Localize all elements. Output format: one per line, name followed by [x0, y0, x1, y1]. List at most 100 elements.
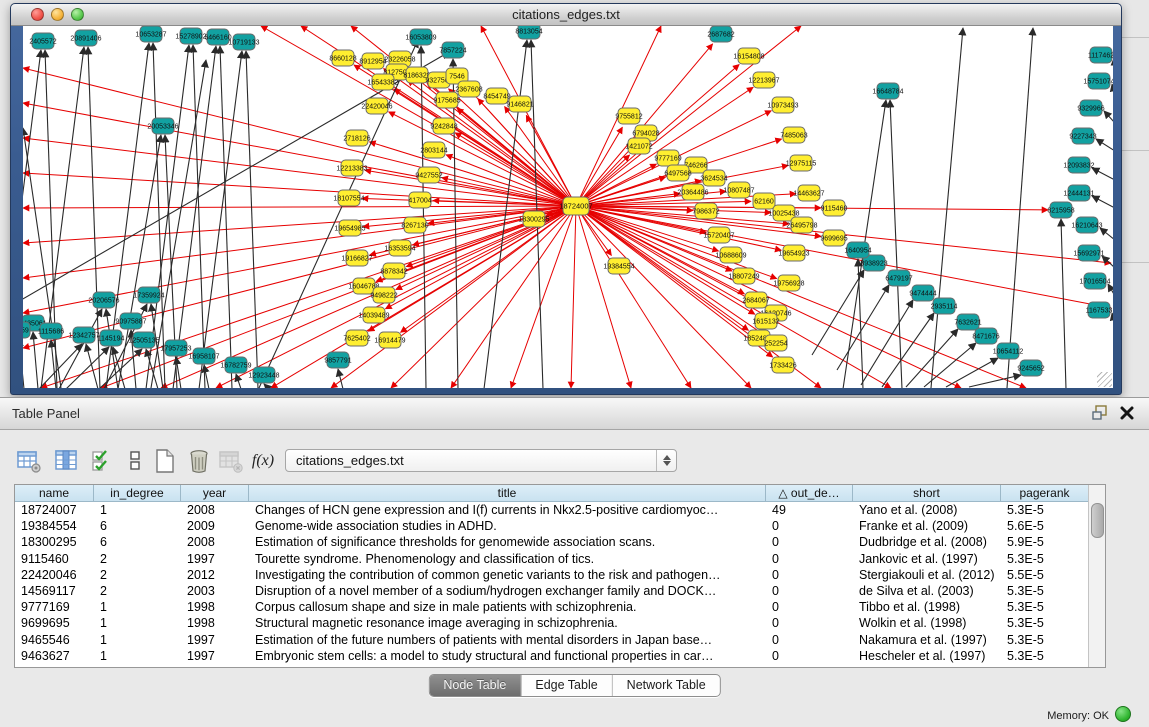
graph-edge: [264, 384, 269, 388]
table-settings-button[interactable]: [14, 446, 44, 476]
graph-edge: [571, 206, 576, 388]
table-cell: 5.5E-5: [1001, 567, 1089, 583]
delete-table-button[interactable]: [184, 446, 214, 476]
background-panel-edge: [1122, 150, 1149, 151]
float-panel-button[interactable]: [1091, 405, 1111, 423]
table-cell: Wolkin et al. (1998): [853, 615, 1001, 631]
graph-node-label: 10654112: [993, 349, 1024, 356]
table-cell: 1: [94, 502, 181, 518]
table-cell: 5.9E-5: [1001, 534, 1089, 550]
graph-node-label: 20053346: [147, 124, 178, 131]
graph-edge: [1112, 313, 1113, 325]
table-cell: 0: [766, 551, 853, 567]
graph-node-label: 8912954: [359, 59, 386, 66]
graph-edge: [199, 51, 242, 388]
table-row[interactable]: 911546021997Tourette syndrome. Phenomeno…: [15, 551, 1105, 567]
column-header-out_de[interactable]: △ out_de…: [766, 485, 853, 502]
table-panel-header: Table Panel: [0, 397, 1149, 430]
graph-edge: [511, 206, 576, 388]
graph-edge: [1092, 168, 1113, 180]
close-panel-button[interactable]: [1117, 405, 1137, 423]
graph-node-label: 15751074: [1083, 79, 1113, 86]
new-document-button[interactable]: [150, 446, 180, 476]
close-window-button[interactable]: [31, 8, 44, 21]
table-row[interactable]: 1456911722003Disruption of a novel membe…: [15, 583, 1105, 599]
table-scrollbar[interactable]: [1088, 485, 1105, 667]
tab-edge-table[interactable]: Edge Table: [521, 675, 612, 696]
graph-node-label: 20891406: [70, 36, 101, 43]
graph-node-label: 19756928: [773, 281, 804, 288]
graph-edge: [858, 259, 863, 388]
graph-edge: [1104, 111, 1113, 123]
table-cell: 0: [766, 583, 853, 599]
table-row[interactable]: 977716911998Corpus callosum shape and si…: [15, 599, 1105, 615]
graph-node-label: 8471676: [972, 334, 999, 341]
tab-node-table[interactable]: Node Table: [429, 675, 521, 696]
row-height-button[interactable]: [120, 446, 150, 476]
graph-edge: [23, 103, 576, 206]
graph-node-label: 9474444: [909, 291, 936, 298]
table-row[interactable]: 946554611997Estimation of the future num…: [15, 632, 1105, 648]
graph-node-label: 9115460: [821, 206, 848, 213]
table-cell: 5.6E-5: [1001, 518, 1089, 534]
graph-node-label: 9777169: [654, 156, 681, 163]
graph-node-label: 15692971: [1073, 251, 1104, 258]
table-cell: 2003: [181, 583, 249, 599]
column-header-title[interactable]: title: [249, 485, 766, 502]
graph-node-label: 39159: [23, 328, 29, 335]
table-row[interactable]: 946362711997Embryonic stem cells: a mode…: [15, 648, 1105, 664]
graph-edge: [369, 142, 576, 206]
graph-node-label: 7857224: [439, 48, 466, 55]
table-cell: 1998: [181, 615, 249, 631]
zoom-window-button[interactable]: [71, 8, 84, 21]
table-cell: Estimation of significance thresholds fo…: [249, 534, 766, 550]
graph-node-label: 20206576: [88, 298, 119, 305]
table-cell: 49: [766, 502, 853, 518]
graph-node-label: 12093832: [1063, 163, 1094, 170]
graph-node-label: 19384554: [603, 264, 634, 271]
table-row[interactable]: 969969511998Structural magnetic resonanc…: [15, 615, 1105, 631]
table-row[interactable]: 1830029562008Estimation of significance …: [15, 534, 1105, 550]
select-columns-button[interactable]: [88, 446, 118, 476]
column-header-in_degree[interactable]: in_degree: [94, 485, 181, 502]
table-cell: 1997: [181, 551, 249, 567]
table-row[interactable]: 2242004622012Investigating the contribut…: [15, 567, 1105, 583]
graph-node-label: 10025438: [768, 211, 799, 218]
function-builder-button[interactable]: f(x): [248, 446, 278, 476]
import-table-button-disabled: [216, 446, 246, 476]
graph-node-label: 8267130: [401, 223, 428, 230]
edit-columns-button[interactable]: [52, 446, 82, 476]
window-title: citations_edges.txt: [11, 4, 1121, 25]
graph-node-label: 9245652: [1017, 366, 1044, 373]
background-panel-edge: [1122, 37, 1149, 38]
table-row[interactable]: 1872400712008Changes of HCN gene express…: [15, 502, 1105, 518]
table-scrollbar-thumb[interactable]: [1091, 503, 1104, 538]
graph-node-label: 9329966: [1077, 106, 1104, 113]
minimize-window-button[interactable]: [51, 8, 64, 21]
resize-grip[interactable]: [1097, 372, 1112, 387]
network-canvas[interactable]: 8660128891295423226058812750816543382818…: [23, 26, 1113, 388]
table-tabs: Node TableEdge TableNetwork Table: [428, 674, 720, 697]
graph-edge: [118, 135, 161, 388]
tab-network-table[interactable]: Network Table: [613, 675, 720, 696]
column-header-short[interactable]: short: [853, 485, 1001, 502]
citation-network-graph[interactable]: 8660128891295423226058812750816543382818…: [23, 26, 1113, 388]
graph-node-label: 16210643: [1071, 223, 1102, 230]
graph-node-label: 16154808: [733, 54, 764, 61]
table-header-row: namein_degreeyeartitle△ out_de…shortpage…: [15, 485, 1105, 502]
graph-node-label: 16053809: [405, 35, 436, 42]
column-header-pagerank[interactable]: pagerank: [1001, 485, 1089, 502]
row-height-icon: [122, 448, 148, 474]
graph-node-label: 1421072: [625, 144, 652, 151]
graph-node-label: 8660128: [329, 56, 356, 63]
graph-node-label: 16648784: [872, 89, 903, 96]
window-titlebar[interactable]: citations_edges.txt: [11, 4, 1121, 26]
graph-node-label: 22420046: [361, 104, 392, 111]
graph-edge: [576, 206, 1111, 308]
graph-edge: [23, 138, 576, 206]
table-source-dropdown[interactable]: citations_edges.txt: [285, 449, 677, 472]
column-header-year[interactable]: year: [181, 485, 249, 502]
column-header-name[interactable]: name: [15, 485, 94, 502]
graph-edge: [882, 313, 934, 387]
table-row[interactable]: 1938455462009Genome-wide association stu…: [15, 518, 1105, 534]
